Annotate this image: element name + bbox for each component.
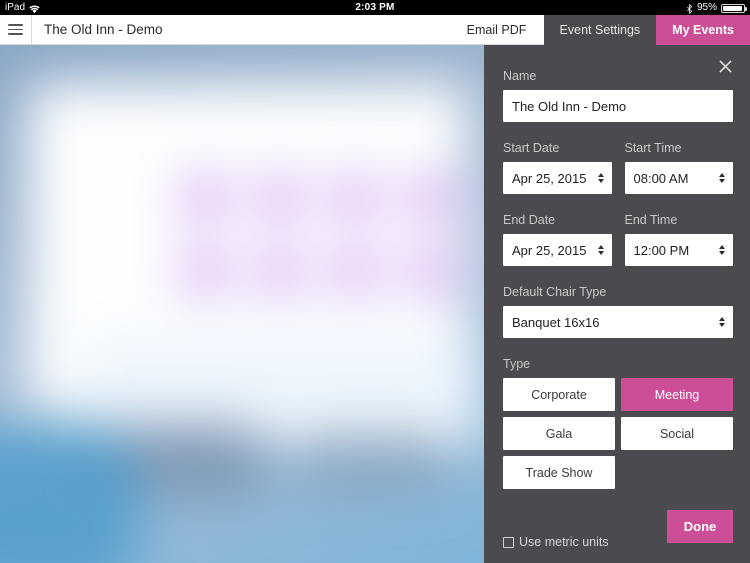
start-date-label: Start Date	[503, 141, 560, 155]
end-date-group: End Date	[503, 213, 612, 234]
table-dot[interactable]	[259, 251, 301, 293]
start-date-value: Apr 25, 2015	[512, 170, 587, 186]
my-events-tab[interactable]: My Events	[656, 15, 750, 45]
start-time-value: 08:00 AM	[633, 170, 689, 186]
email-pdf-button[interactable]: Email PDF	[449, 15, 544, 45]
event-settings-panel: Name The Old Inn - Demo Start Date Start…	[484, 45, 750, 563]
start-date-group: Start Date	[503, 141, 612, 162]
metric-units-toggle[interactable]: Use metric units	[503, 535, 609, 549]
event-type-button[interactable]: Social	[621, 417, 733, 450]
end-time-label: End Time	[624, 213, 678, 227]
hamburger-menu-icon	[8, 21, 23, 38]
status-bar: iPad 2:03 PM 95%	[0, 0, 750, 15]
table-dot[interactable]	[184, 177, 226, 219]
metric-units-label: Use metric units	[519, 535, 609, 549]
start-time-select[interactable]: 08:00 AM	[624, 162, 733, 194]
end-time-select[interactable]: 12:00 PM	[624, 234, 733, 266]
status-clock: 2:03 PM	[355, 2, 395, 13]
close-icon[interactable]	[712, 53, 738, 79]
ipad-screen: iPad 2:03 PM 95% The Old Inn - Demo Emai…	[0, 0, 750, 563]
end-date-stepper-icon[interactable]	[597, 245, 604, 255]
chair-type-value: Banquet 16x16	[512, 314, 600, 330]
end-date-value: Apr 25, 2015	[512, 242, 587, 258]
metric-units-checkbox[interactable]	[503, 536, 514, 548]
table-dot[interactable]	[409, 251, 451, 293]
event-type-button[interactable]: Gala	[503, 417, 615, 450]
bluetooth-icon	[686, 3, 693, 14]
end-date-select[interactable]: Apr 25, 2015	[503, 234, 612, 266]
hamburger-menu-button[interactable]	[0, 15, 31, 45]
floor-plan-shadow-right	[290, 430, 450, 490]
table-dot[interactable]	[409, 177, 451, 219]
event-type-grid: Corporate Meeting Gala Social Trade Show	[503, 378, 733, 489]
table-dot[interactable]	[334, 177, 376, 219]
start-date-select[interactable]: Apr 25, 2015	[503, 162, 612, 194]
table-dot[interactable]	[259, 177, 301, 219]
event-type-button[interactable]: Corporate	[503, 378, 615, 411]
name-input[interactable]: The Old Inn - Demo	[503, 90, 733, 122]
type-label: Type	[503, 357, 531, 371]
start-time-stepper-icon[interactable]	[719, 173, 725, 183]
event-settings-tab[interactable]: Event Settings	[543, 15, 657, 45]
chair-type-select[interactable]: Banquet 16x16	[503, 306, 733, 338]
end-time-value: 12:00 PM	[633, 242, 690, 258]
start-date-stepper-icon[interactable]	[597, 173, 604, 183]
event-title-field[interactable]: The Old Inn - Demo	[31, 15, 450, 45]
chair-type-label: Default Chair Type	[503, 285, 607, 299]
end-date-label: End Date	[503, 213, 556, 227]
status-right: 95%	[686, 0, 747, 15]
event-type-button[interactable]: Meeting	[621, 378, 733, 411]
event-type-button[interactable]: Trade Show	[503, 456, 615, 489]
table-dot[interactable]	[184, 251, 226, 293]
end-time-group: End Time	[625, 213, 734, 234]
battery-percent-label: 95%	[696, 2, 717, 13]
start-time-label: Start Time	[624, 141, 682, 155]
floor-plan-canvas[interactable]	[0, 45, 485, 563]
end-time-stepper-icon[interactable]	[719, 245, 725, 255]
chair-type-stepper-icon[interactable]	[719, 317, 725, 327]
top-toolbar: The Old Inn - Demo Email PDF Event Setti…	[0, 15, 750, 45]
start-time-group: Start Time	[625, 141, 734, 162]
floor-plan-blur-layer	[0, 45, 485, 563]
done-button[interactable]: Done	[667, 510, 733, 543]
floor-plan-blue-corner	[0, 425, 140, 563]
table-dot[interactable]	[334, 251, 376, 293]
battery-icon	[721, 4, 747, 13]
